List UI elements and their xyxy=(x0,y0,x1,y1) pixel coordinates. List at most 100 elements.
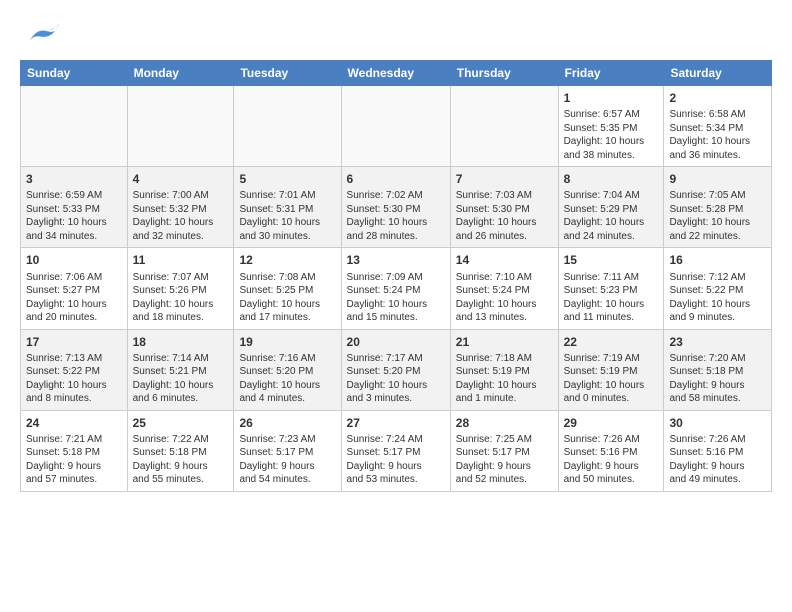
week-row-3: 10Sunrise: 7:06 AMSunset: 5:27 PMDayligh… xyxy=(21,248,772,329)
day-number: 24 xyxy=(26,415,122,431)
day-info: Sunset: 5:18 PM xyxy=(669,365,766,379)
day-info: Sunset: 5:32 PM xyxy=(133,203,229,217)
day-info: Sunrise: 7:17 AM xyxy=(347,352,445,366)
day-info: Sunrise: 6:58 AM xyxy=(669,108,766,122)
col-header-monday: Monday xyxy=(127,61,234,86)
day-info: Sunset: 5:31 PM xyxy=(239,203,335,217)
day-info: Sunset: 5:25 PM xyxy=(239,284,335,298)
day-info: Sunset: 5:29 PM xyxy=(564,203,659,217)
day-info: Daylight: 10 hours xyxy=(456,379,553,393)
day-number: 13 xyxy=(347,252,445,268)
day-cell: 10Sunrise: 7:06 AMSunset: 5:27 PMDayligh… xyxy=(21,248,128,329)
day-info: Sunrise: 7:06 AM xyxy=(26,271,122,285)
day-info: and 9 minutes. xyxy=(669,311,766,325)
day-info: and 32 minutes. xyxy=(133,230,229,244)
day-info: and 13 minutes. xyxy=(456,311,553,325)
day-info: and 8 minutes. xyxy=(26,392,122,406)
day-info: and 54 minutes. xyxy=(239,473,335,487)
day-cell xyxy=(127,86,234,167)
day-cell: 22Sunrise: 7:19 AMSunset: 5:19 PMDayligh… xyxy=(558,329,664,410)
day-info: Daylight: 9 hours xyxy=(456,460,553,474)
day-info: Sunset: 5:17 PM xyxy=(347,446,445,460)
day-cell xyxy=(21,86,128,167)
day-info: Sunrise: 7:05 AM xyxy=(669,189,766,203)
day-info: Sunset: 5:19 PM xyxy=(564,365,659,379)
day-cell: 1Sunrise: 6:57 AMSunset: 5:35 PMDaylight… xyxy=(558,86,664,167)
day-info: Sunrise: 7:26 AM xyxy=(669,433,766,447)
day-info: Sunset: 5:17 PM xyxy=(456,446,553,460)
day-info: and 0 minutes. xyxy=(564,392,659,406)
day-info: Daylight: 10 hours xyxy=(239,216,335,230)
day-info: Daylight: 9 hours xyxy=(239,460,335,474)
day-info: Sunset: 5:24 PM xyxy=(347,284,445,298)
day-info: Sunrise: 7:11 AM xyxy=(564,271,659,285)
col-header-tuesday: Tuesday xyxy=(234,61,341,86)
day-info: and 53 minutes. xyxy=(347,473,445,487)
day-info: Sunrise: 7:01 AM xyxy=(239,189,335,203)
day-number: 12 xyxy=(239,252,335,268)
day-cell: 29Sunrise: 7:26 AMSunset: 5:16 PMDayligh… xyxy=(558,410,664,491)
day-info: and 15 minutes. xyxy=(347,311,445,325)
day-info: Sunset: 5:30 PM xyxy=(456,203,553,217)
day-cell: 4 Sunrise: 7:00 AMSunset: 5:32 PMDaylight… xyxy=(127,167,234,248)
day-number: 14 xyxy=(456,252,553,268)
day-info: Daylight: 10 hours xyxy=(133,379,229,393)
week-row-2: 3Sunrise: 6:59 AMSunset: 5:33 PMDaylight… xyxy=(21,167,772,248)
day-info: Sunset: 5:19 PM xyxy=(456,365,553,379)
day-info: Daylight: 10 hours xyxy=(347,379,445,393)
day-info: Daylight: 10 hours xyxy=(133,298,229,312)
day-info: Sunrise: 7:13 AM xyxy=(26,352,122,366)
day-info: Sunset: 5:34 PM xyxy=(669,122,766,136)
day-number: 4 xyxy=(133,171,229,187)
day-cell: 7Sunrise: 7:03 AMSunset: 5:30 PMDaylight… xyxy=(450,167,558,248)
day-cell: 28Sunrise: 7:25 AMSunset: 5:17 PMDayligh… xyxy=(450,410,558,491)
day-info: and 20 minutes. xyxy=(26,311,122,325)
day-cell: 24Sunrise: 7:21 AMSunset: 5:18 PMDayligh… xyxy=(21,410,128,491)
day-number: 27 xyxy=(347,415,445,431)
day-info: and 49 minutes. xyxy=(669,473,766,487)
day-info: Daylight: 9 hours xyxy=(347,460,445,474)
day-info: Sunset: 5:28 PM xyxy=(669,203,766,217)
day-info: Sunrise: 7:18 AM xyxy=(456,352,553,366)
day-info: Daylight: 9 hours xyxy=(564,460,659,474)
day-number: 2 xyxy=(669,90,766,106)
day-cell: 16Sunrise: 7:12 AMSunset: 5:22 PMDayligh… xyxy=(664,248,772,329)
day-cell: 17Sunrise: 7:13 AMSunset: 5:22 PMDayligh… xyxy=(21,329,128,410)
day-info: and 28 minutes. xyxy=(347,230,445,244)
day-number: 15 xyxy=(564,252,659,268)
day-info: Daylight: 10 hours xyxy=(239,379,335,393)
day-info: Sunset: 5:18 PM xyxy=(26,446,122,460)
day-info: Sunrise: 7:10 AM xyxy=(456,271,553,285)
col-header-sunday: Sunday xyxy=(21,61,128,86)
day-info: Daylight: 9 hours xyxy=(669,379,766,393)
day-info: and 3 minutes. xyxy=(347,392,445,406)
day-info: Daylight: 10 hours xyxy=(347,216,445,230)
day-info: Sunrise: 7:24 AM xyxy=(347,433,445,447)
day-info: Daylight: 10 hours xyxy=(133,216,229,230)
day-info: and 57 minutes. xyxy=(26,473,122,487)
day-info: Daylight: 10 hours xyxy=(564,379,659,393)
day-info: Daylight: 10 hours xyxy=(564,135,659,149)
day-info: Daylight: 10 hours xyxy=(564,298,659,312)
day-cell xyxy=(234,86,341,167)
day-cell: 5Sunrise: 7:01 AMSunset: 5:31 PMDaylight… xyxy=(234,167,341,248)
day-cell: 8Sunrise: 7:04 AMSunset: 5:29 PMDaylight… xyxy=(558,167,664,248)
day-cell: 14 Sunrise: 7:10 AMSunset: 5:24 PMDayligh… xyxy=(450,248,558,329)
day-info: Sunrise: 7:07 AM xyxy=(133,271,229,285)
day-info: Sunset: 5:24 PM xyxy=(456,284,553,298)
day-info: Sunrise: 7:00 AM xyxy=(133,189,229,203)
day-info: Daylight: 9 hours xyxy=(669,460,766,474)
col-header-thursday: Thursday xyxy=(450,61,558,86)
day-info: Sunrise: 7:12 AM xyxy=(669,271,766,285)
day-info: and 26 minutes. xyxy=(456,230,553,244)
day-info: and 30 minutes. xyxy=(239,230,335,244)
day-info: Daylight: 10 hours xyxy=(456,298,553,312)
col-header-friday: Friday xyxy=(558,61,664,86)
day-number: 25 xyxy=(133,415,229,431)
day-info: Sunrise: 7:04 AM xyxy=(564,189,659,203)
day-cell: 9Sunrise: 7:05 AMSunset: 5:28 PMDaylight… xyxy=(664,167,772,248)
day-number: 18 xyxy=(133,334,229,350)
day-info: Sunset: 5:17 PM xyxy=(239,446,335,460)
column-headers: SundayMondayTuesdayWednesdayThursdayFrid… xyxy=(21,61,772,86)
week-row-5: 24Sunrise: 7:21 AMSunset: 5:18 PMDayligh… xyxy=(21,410,772,491)
